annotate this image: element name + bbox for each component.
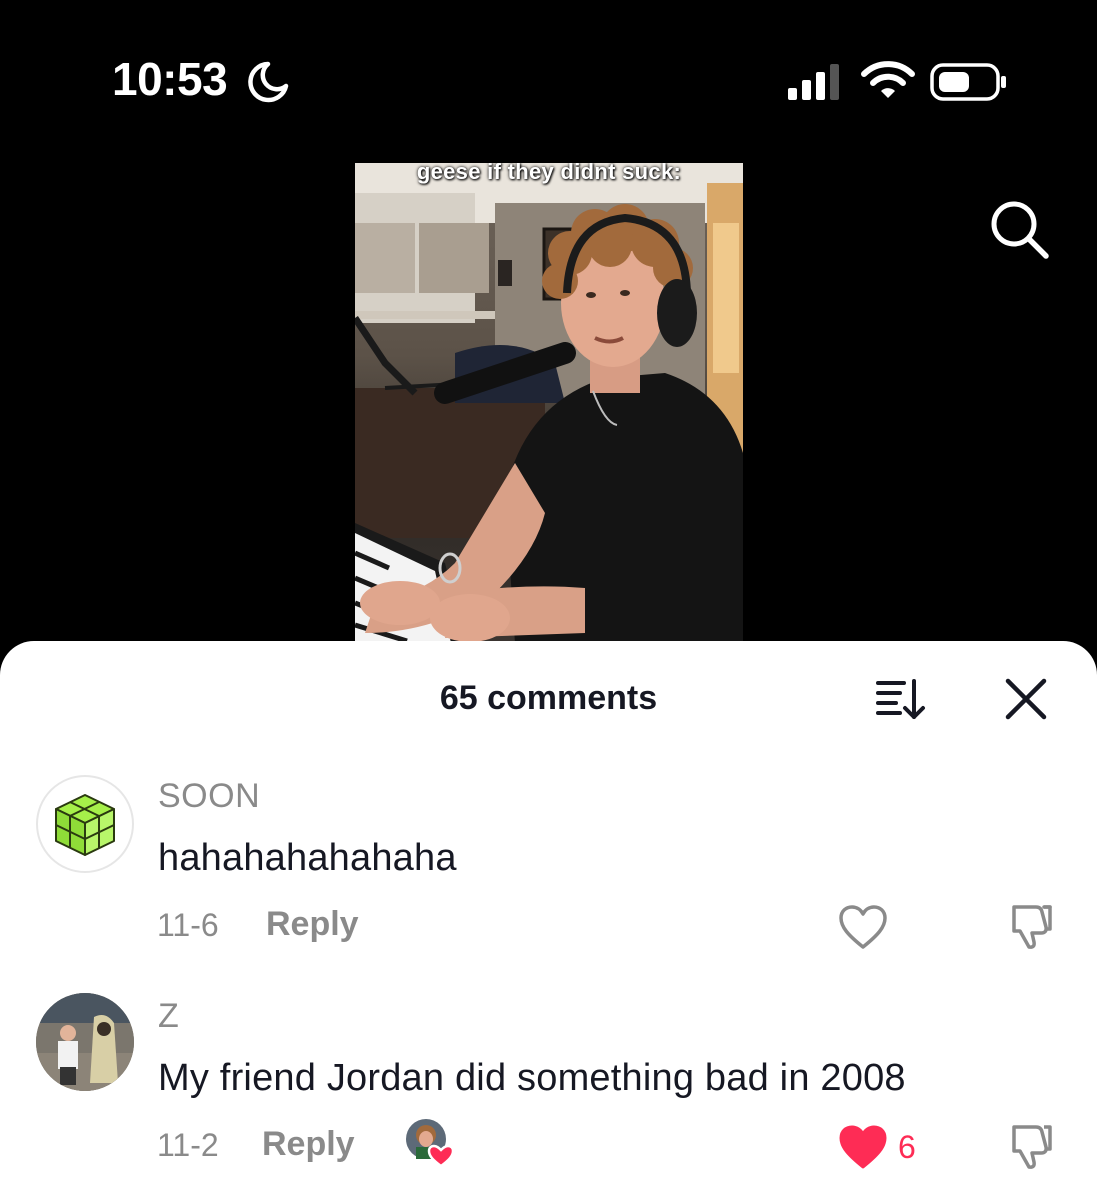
battery-icon xyxy=(930,63,1006,101)
close-icon[interactable] xyxy=(1002,675,1050,723)
moon-icon xyxy=(248,61,289,103)
heart-icon[interactable] xyxy=(838,905,888,951)
dislike-icon[interactable] xyxy=(1006,1121,1056,1171)
creator-liked-badge xyxy=(406,1119,455,1168)
like-count: 6 xyxy=(898,1129,916,1165)
comment-text: My friend Jordan did something bad in 20… xyxy=(158,1057,906,1099)
heart-icon[interactable] xyxy=(838,1125,888,1171)
comment-date: 11-2 xyxy=(157,1127,219,1163)
video-caption: geese if they didnt suck: xyxy=(416,163,682,184)
comment-date: 11-6 xyxy=(157,907,219,943)
comment-text: hahahahahahaha xyxy=(158,837,457,879)
cube-avatar-image xyxy=(55,794,115,856)
sort-icon[interactable] xyxy=(874,675,932,723)
wifi-icon xyxy=(861,61,915,98)
comments-count-title: 65 comments xyxy=(439,679,658,717)
avatar-photo xyxy=(36,993,134,1091)
avatar[interactable] xyxy=(36,993,134,1091)
status-time: 10:53 xyxy=(112,53,228,105)
reply-button[interactable]: Reply xyxy=(262,1125,355,1164)
reply-button[interactable]: Reply xyxy=(266,905,359,944)
dislike-icon[interactable] xyxy=(1006,901,1056,951)
comments-sheet: 65 comments SOON hahahahahahaha 11-6 Rep… xyxy=(0,641,1097,1200)
video-frame xyxy=(355,163,743,643)
video-player[interactable]: geese if they didnt suck: xyxy=(355,163,743,643)
comment-username[interactable]: SOON xyxy=(158,777,260,816)
signal-icon xyxy=(788,64,839,100)
comment-username[interactable]: Z xyxy=(158,997,179,1036)
avatar[interactable] xyxy=(36,775,134,873)
search-icon[interactable] xyxy=(986,196,1052,262)
